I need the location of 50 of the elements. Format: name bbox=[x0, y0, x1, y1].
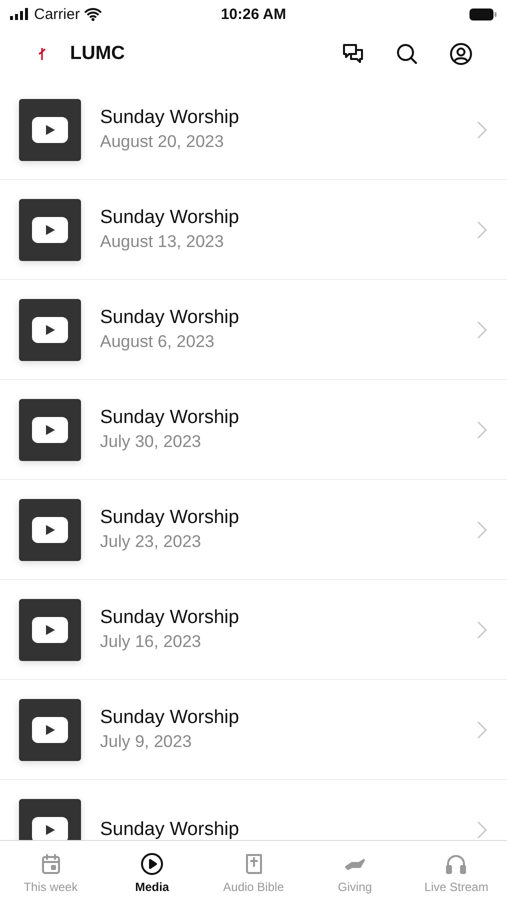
carrier-label: Carrier bbox=[34, 6, 80, 22]
video-title: Sunday Worship bbox=[100, 207, 240, 229]
signal-icon bbox=[10, 8, 30, 20]
play-icon bbox=[32, 716, 68, 742]
play-icon bbox=[32, 216, 68, 242]
video-date: July 9, 2023 bbox=[100, 732, 193, 752]
tab-bar-item[interactable]: Media bbox=[101, 841, 203, 900]
chevron-icon bbox=[477, 320, 487, 338]
chevron-icon bbox=[477, 620, 487, 638]
video-row[interactable]: Sunday Worship July 30, 2023 bbox=[0, 380, 507, 480]
video-date: July 30, 2023 bbox=[100, 432, 202, 452]
wifi-icon bbox=[84, 8, 102, 20]
play-icon bbox=[32, 516, 68, 542]
video-title: Sunday Worship bbox=[100, 818, 240, 840]
video-row[interactable]: Sunday Worship July 9, 2023 bbox=[0, 680, 507, 780]
play-icon bbox=[32, 316, 68, 342]
play-icon bbox=[32, 116, 68, 142]
play-icon bbox=[140, 852, 164, 876]
play-icon bbox=[32, 416, 68, 442]
person-icon bbox=[449, 42, 473, 66]
video-title: Sunday Worship bbox=[100, 407, 240, 429]
search-icon bbox=[395, 42, 419, 66]
chevron-icon bbox=[477, 220, 487, 238]
chevron-icon bbox=[477, 420, 487, 438]
video-date: August 6, 2023 bbox=[100, 332, 216, 352]
profile-button[interactable] bbox=[447, 40, 475, 68]
video-row[interactable]: Sunday Worship July 16, 2023 bbox=[0, 580, 507, 680]
battery-icon bbox=[468, 8, 497, 20]
video-row[interactable]: Sunday Worship August 20, 2023 bbox=[0, 80, 507, 180]
status-time: 10:26 AM bbox=[220, 6, 286, 22]
video-row[interactable]: Sunday Worship July 23, 2023 bbox=[0, 480, 507, 580]
video-date: July 16, 2023 bbox=[100, 632, 202, 652]
video-title: Sunday Worship bbox=[100, 307, 240, 329]
video-row[interactable]: Sunday Worship August 13, 2023 bbox=[0, 180, 507, 280]
logo-icon bbox=[38, 47, 46, 61]
video-title: Sunday Worship bbox=[100, 607, 240, 629]
video-title: Sunday Worship bbox=[100, 707, 240, 729]
chevron-icon bbox=[477, 120, 487, 138]
video-title: Sunday Worship bbox=[100, 107, 240, 129]
video-date: August 13, 2023 bbox=[100, 232, 225, 252]
video-row[interactable]: Sunday Worship August 6, 2023 bbox=[0, 280, 507, 380]
video-date: July 23, 2023 bbox=[100, 532, 202, 552]
play-icon bbox=[32, 616, 68, 642]
chevron-icon bbox=[477, 520, 487, 538]
chat-icon bbox=[341, 42, 365, 66]
chevron-icon bbox=[477, 720, 487, 738]
app-title: LUMC bbox=[70, 43, 126, 65]
video-title: Sunday Worship bbox=[100, 507, 240, 529]
video-date: August 20, 2023 bbox=[100, 132, 225, 152]
chevron-icon bbox=[477, 820, 487, 838]
